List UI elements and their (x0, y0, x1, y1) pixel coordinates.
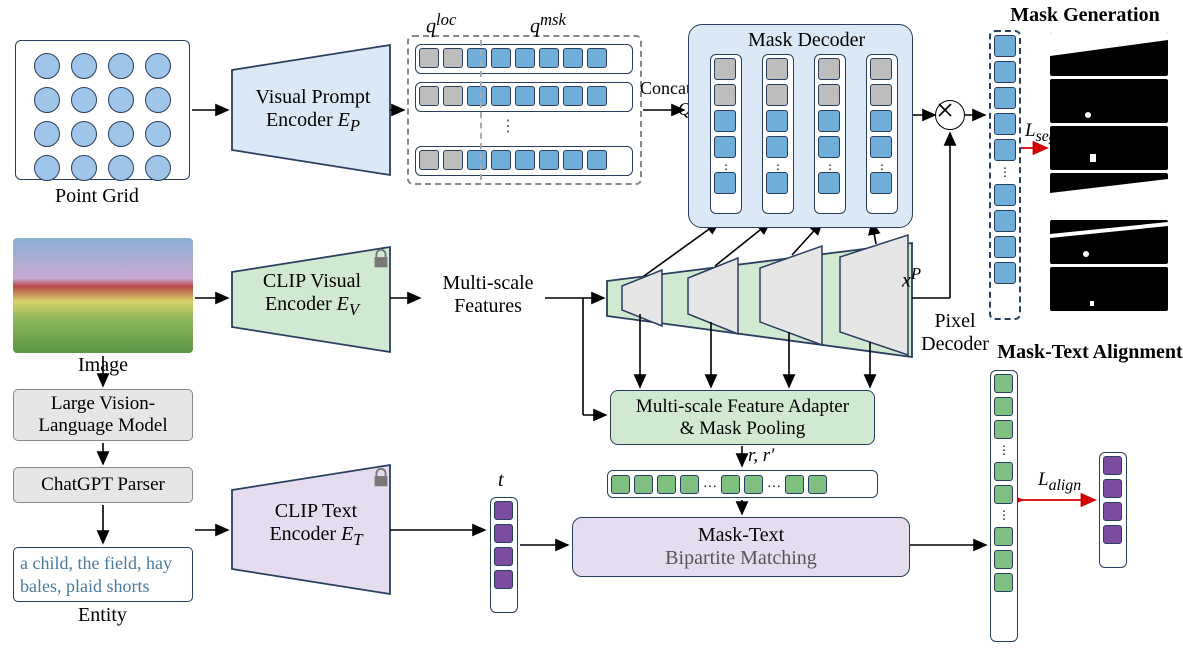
vpe-label: Visual Prompt Encoder E_PEP (244, 86, 382, 136)
point-grid-label: Point Grid (55, 185, 139, 208)
pixel-decoder-shape (607, 243, 912, 357)
query-row (415, 82, 633, 112)
mask-output-tokens: ⋮ (989, 30, 1021, 320)
qloc-label: qloc (426, 10, 456, 39)
msfeat-label: Multi-scaleFeatures (428, 272, 548, 318)
image-label: Image (78, 354, 128, 377)
lvlm-box: Large Vision-Language Model (13, 389, 193, 441)
parser-box: ChatGPT Parser (13, 467, 193, 503)
pixel-decoder-label: PixelDecoder (920, 310, 990, 356)
mask-thumb (1050, 32, 1168, 76)
decoder-col: ⋮ (866, 54, 898, 214)
mask-decoder-title: Mask Decoder (748, 29, 865, 52)
rr-label: r, r' (748, 445, 774, 467)
clip-visual-label: CLIP Visual Encoder EV (243, 270, 381, 320)
mask-thumb (1050, 173, 1168, 217)
decoder-col: ⋮ (814, 54, 846, 214)
aligned-green-tokens: ⋮ ⋮ (990, 370, 1018, 642)
matmul-icon (935, 100, 965, 130)
t-tokens (490, 497, 518, 613)
xp-label: xP (902, 264, 921, 293)
query-row (415, 146, 633, 176)
entity-list: a child, the field, hay bales, plaid sho… (13, 547, 193, 602)
entity-label: Entity (78, 604, 127, 627)
mask-align-title: Mask-Text Alignment (990, 341, 1183, 364)
input-image (13, 238, 193, 353)
lock-icon (370, 467, 392, 489)
query-row (415, 44, 633, 74)
point-grid (15, 40, 190, 180)
r-tokens: …… (607, 470, 878, 498)
mask-thumb (1050, 267, 1168, 311)
t-label: t (498, 469, 504, 492)
mask-thumbnails (1050, 32, 1170, 311)
mask-thumb (1050, 126, 1168, 170)
qmsk-label: qmsk (530, 10, 566, 39)
lock-icon (370, 248, 392, 270)
lalign-label: Lalign (1038, 469, 1081, 495)
clip-text-label: CLIP Text Encoder ET (247, 500, 385, 550)
mask-generation-title: Mask Generation (1000, 4, 1170, 27)
mask-thumb (1050, 79, 1168, 123)
adapter-box: Multi-scale Feature Adapter & Mask Pooli… (610, 390, 875, 445)
decoder-col: ⋮ (762, 54, 794, 214)
mask-thumb (1050, 220, 1168, 264)
mask-text-matching: Mask-Text Bipartite Matching (572, 517, 910, 577)
matched-text-tokens (1099, 452, 1127, 568)
q-split-divider (480, 40, 482, 180)
decoder-col: ⋮ (710, 54, 742, 214)
